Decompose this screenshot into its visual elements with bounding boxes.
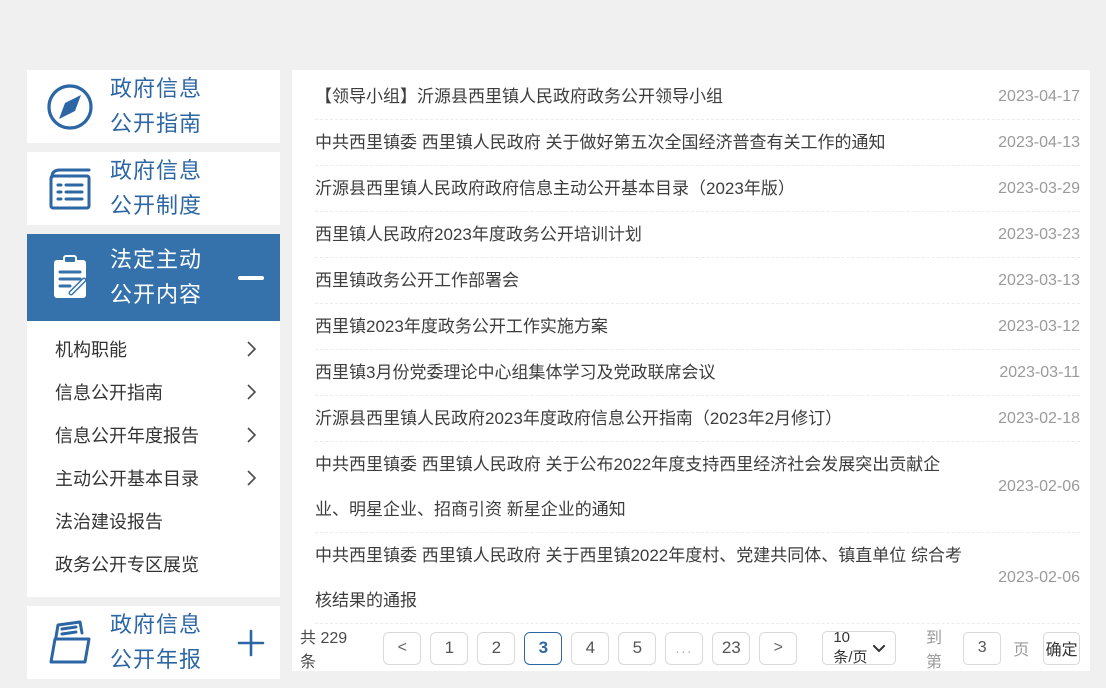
submenu-item-special-zone[interactable]: 政务公开专区展览 bbox=[27, 542, 280, 585]
submenu-item-label: 政务公开专区展览 bbox=[55, 551, 199, 577]
goto-page-input[interactable] bbox=[963, 632, 1001, 665]
chevron-down-icon bbox=[873, 640, 885, 657]
article-title[interactable]: 沂源县西里镇人民政府2023年度政府信息公开指南（2023年2月修订） bbox=[315, 396, 984, 441]
article-date: 2023-04-17 bbox=[984, 88, 1080, 106]
submenu-item-label: 机构职能 bbox=[55, 336, 127, 362]
submenu-item-label: 主动公开基本目录 bbox=[55, 465, 199, 491]
sidebar-box: 政府信息 公开指南 bbox=[27, 70, 280, 143]
article-date: 2023-03-12 bbox=[984, 318, 1080, 336]
page-button-2[interactable]: 2 bbox=[477, 632, 515, 665]
clipboard-icon bbox=[44, 252, 96, 304]
submenu-item-annual-report[interactable]: 信息公开年度报告 bbox=[27, 413, 280, 456]
article-row[interactable]: 沂源县西里镇人民政府政府信息主动公开基本目录（2023年版） 2023-03-2… bbox=[315, 166, 1080, 212]
submenu-item-label: 信息公开年度报告 bbox=[55, 422, 199, 448]
article-title[interactable]: 西里镇政务公开工作部署会 bbox=[315, 258, 984, 303]
article-row[interactable]: 【领导小组】沂源县西里镇人民政府政务公开领导小组 2023-04-17 bbox=[315, 74, 1080, 120]
chevron-right-icon bbox=[247, 384, 257, 400]
article-date: 2023-03-11 bbox=[984, 364, 1080, 382]
page-size-label: 10 条/页 bbox=[833, 629, 873, 667]
chevron-right-icon bbox=[247, 341, 257, 357]
chevron-right-icon bbox=[247, 470, 257, 486]
article-date: 2023-02-06 bbox=[984, 478, 1080, 496]
page-button-23[interactable]: 23 bbox=[712, 632, 750, 665]
article-date: 2023-02-18 bbox=[984, 410, 1080, 428]
sidebar-box: 政府信息 公开制度 bbox=[27, 152, 280, 225]
article-row[interactable]: 西里镇2023年度政务公开工作实施方案 2023-03-12 bbox=[315, 304, 1080, 350]
article-title[interactable]: 中共西里镇委 西里镇人民政府 关于做好第五次全国经济普查有关工作的通知 bbox=[315, 120, 984, 165]
article-title[interactable]: 西里镇2023年度政务公开工作实施方案 bbox=[315, 304, 984, 349]
article-row[interactable]: 中共西里镇委 西里镇人民政府 关于西里镇2022年度村、党建共同体、镇直单位 综… bbox=[315, 533, 1080, 624]
page-button-1[interactable]: 1 bbox=[430, 632, 468, 665]
collapse-icon[interactable] bbox=[236, 276, 266, 280]
confirm-button[interactable]: 确定 bbox=[1043, 632, 1080, 665]
submenu-item-basic-catalog[interactable]: 主动公开基本目录 bbox=[27, 456, 280, 499]
pagination-bar: 共 229 条 < 1 2 3 4 5 ... 23 > 10 条/页 到第 页… bbox=[300, 631, 1080, 665]
sidebar-item-label: 政府信息 公开制度 bbox=[110, 154, 236, 222]
article-list-panel: 【领导小组】沂源县西里镇人民政府政务公开领导小组 2023-04-17 中共西里… bbox=[292, 70, 1090, 671]
article-row[interactable]: 西里镇人民政府2023年度政务公开培训计划 2023-03-23 bbox=[315, 212, 1080, 258]
compass-icon bbox=[44, 81, 96, 133]
article-title[interactable]: 沂源县西里镇人民政府政府信息主动公开基本目录（2023年版） bbox=[315, 166, 984, 211]
article-row[interactable]: 西里镇政务公开工作部署会 2023-03-13 bbox=[315, 258, 1080, 304]
book-icon bbox=[44, 163, 96, 215]
sidebar-item-disclosure-guide[interactable]: 政府信息 公开指南 bbox=[27, 70, 280, 143]
article-row[interactable]: 中共西里镇委 西里镇人民政府 关于做好第五次全国经济普查有关工作的通知 2023… bbox=[315, 120, 1080, 166]
submenu-item-org-functions[interactable]: 机构职能 bbox=[27, 327, 280, 370]
gov-info-disclosure-page: { "colors": { "accent": "#2d66a5", "acti… bbox=[0, 0, 1106, 671]
article-title[interactable]: 西里镇3月份党委理论中心组集体学习及党政联席会议 bbox=[315, 350, 984, 395]
chevron-right-icon bbox=[247, 427, 257, 443]
page-button-3-active[interactable]: 3 bbox=[524, 632, 562, 665]
goto-page-group: 到第 页 确定 bbox=[926, 624, 1080, 672]
page-button-4[interactable]: 4 bbox=[571, 632, 609, 665]
article-date: 2023-03-29 bbox=[984, 180, 1080, 198]
expand-icon[interactable] bbox=[236, 629, 266, 657]
submenu-item-label: 信息公开指南 bbox=[55, 379, 163, 405]
article-title[interactable]: 西里镇人民政府2023年度政务公开培训计划 bbox=[315, 212, 984, 257]
submenu-item-label: 法治建设报告 bbox=[55, 508, 163, 534]
sidebar-item-disclosure-system[interactable]: 政府信息 公开制度 bbox=[27, 152, 280, 225]
goto-prefix-label: 到第 bbox=[926, 624, 951, 672]
article-date: 2023-02-06 bbox=[984, 569, 1080, 587]
article-title[interactable]: 中共西里镇委 西里镇人民政府 关于西里镇2022年度村、党建共同体、镇直单位 综… bbox=[315, 533, 984, 623]
sidebar: 政府信息 公开指南 政府信息 公开制度 bbox=[27, 70, 280, 688]
submenu-statutory-disclosure: 机构职能 信息公开指南 信息公开年度报告 主动公开基本目录 bbox=[27, 321, 280, 597]
article-row[interactable]: 西里镇3月份党委理论中心组集体学习及党政联席会议 2023-03-11 bbox=[315, 350, 1080, 396]
submenu-item-law-report[interactable]: 法治建设报告 bbox=[27, 499, 280, 542]
article-row[interactable]: 沂源县西里镇人民政府2023年度政府信息公开指南（2023年2月修订） 2023… bbox=[315, 396, 1080, 442]
article-date: 2023-04-13 bbox=[984, 134, 1080, 152]
article-date: 2023-03-13 bbox=[984, 272, 1080, 290]
page-ellipsis-button[interactable]: ... bbox=[665, 632, 703, 665]
folder-icon bbox=[44, 617, 96, 669]
sidebar-item-label: 法定主动 公开内容 bbox=[110, 243, 236, 311]
next-page-button[interactable]: > bbox=[759, 632, 797, 665]
sidebar-item-label: 政府信息 公开年报 bbox=[110, 608, 236, 676]
goto-suffix-label: 页 bbox=[1013, 636, 1029, 660]
sidebar-item-label: 政府信息 公开指南 bbox=[110, 72, 236, 140]
page-size-select[interactable]: 10 条/页 bbox=[822, 631, 896, 665]
sidebar-item-statutory-disclosure[interactable]: 法定主动 公开内容 bbox=[27, 234, 280, 321]
article-row[interactable]: 中共西里镇委 西里镇人民政府 关于公布2022年度支持西里经济社会发展突出贡献企… bbox=[315, 442, 1080, 533]
sidebar-item-annual-report[interactable]: 政府信息 公开年报 bbox=[27, 606, 280, 679]
total-count-label: 共 229 条 bbox=[300, 624, 356, 672]
article-title[interactable]: 【领导小组】沂源县西里镇人民政府政务公开领导小组 bbox=[315, 74, 984, 119]
article-title[interactable]: 中共西里镇委 西里镇人民政府 关于公布2022年度支持西里经济社会发展突出贡献企… bbox=[315, 442, 984, 532]
article-date: 2023-03-23 bbox=[984, 226, 1080, 244]
sidebar-box-active-group: 法定主动 公开内容 机构职能 信息公开指南 信息公开年度报告 bbox=[27, 234, 280, 597]
sidebar-box: 政府信息 公开年报 bbox=[27, 606, 280, 679]
submenu-item-info-guide[interactable]: 信息公开指南 bbox=[27, 370, 280, 413]
page-button-5[interactable]: 5 bbox=[618, 632, 656, 665]
prev-page-button[interactable]: < bbox=[383, 632, 421, 665]
